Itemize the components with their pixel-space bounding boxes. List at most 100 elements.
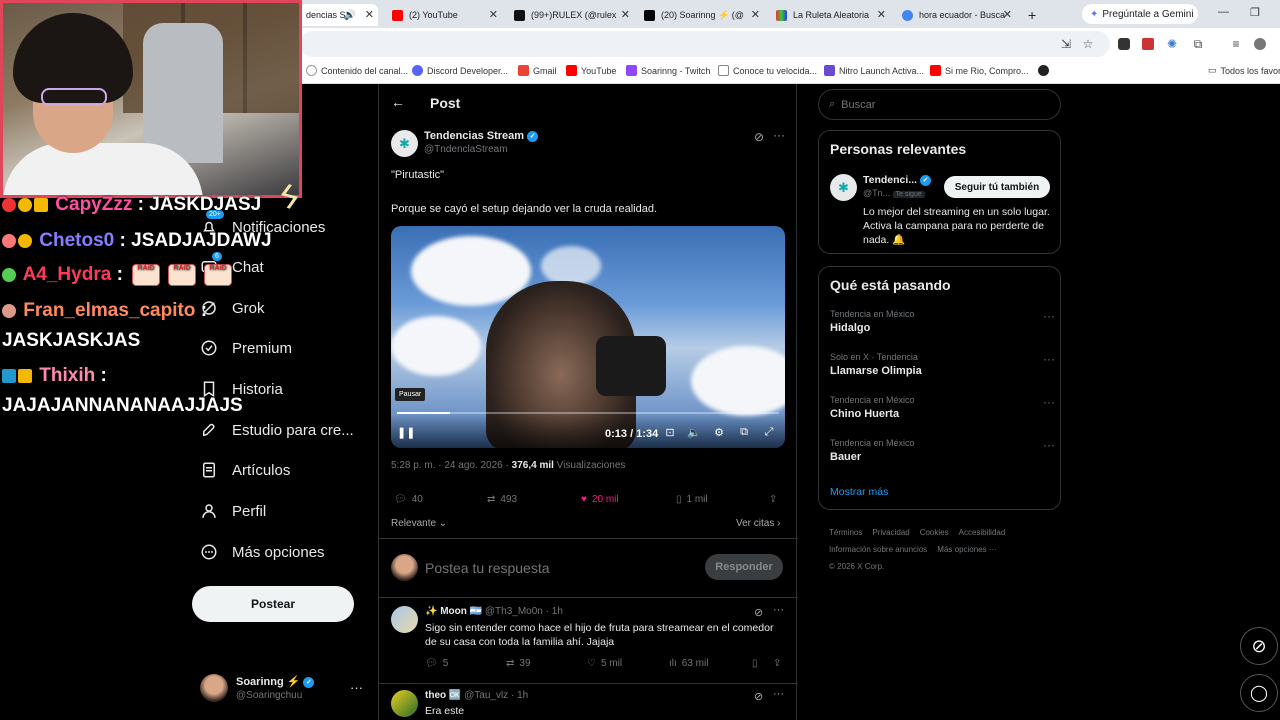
trend-item[interactable]: Tendencia en México Chino Huerta ··· bbox=[830, 395, 1055, 420]
nav-articles[interactable]: Artículos bbox=[200, 461, 290, 479]
nav-profile[interactable]: Perfil bbox=[200, 502, 266, 520]
like-action[interactable]: ♡ 5 mil bbox=[587, 658, 622, 669]
show-more-link[interactable]: Mostrar más bbox=[830, 486, 888, 498]
nav-grok[interactable]: Grok bbox=[200, 299, 265, 317]
footer-link[interactable]: Más opciones ··· bbox=[937, 545, 997, 554]
bookmark-item[interactable]: Nitro Launch Activa... bbox=[824, 65, 924, 76]
bookmark-item[interactable]: Gmail bbox=[518, 65, 557, 76]
video-player[interactable]: Pausar ❚❚ 0:13 / 1:34 ⊡ 🔈 ⚙ ⧉ ⤢ bbox=[391, 226, 785, 448]
trend-item[interactable]: Solo en X · Tendencia Llamarse Olimpia ··· bbox=[830, 352, 1055, 377]
messages-fab[interactable]: ◯ bbox=[1240, 674, 1278, 712]
reply-action[interactable]: 💬︎ 5 bbox=[425, 658, 448, 669]
captions-icon[interactable]: ⊡ bbox=[663, 426, 677, 439]
reply-item[interactable]: ✨ Moon 🇦🇷 @Th3_Mo0n · 1h ⊘ ··· Sigo sin … bbox=[379, 604, 798, 684]
fullscreen-icon[interactable]: ⤢ bbox=[762, 426, 776, 439]
grok-icon[interactable]: ⊘ bbox=[754, 130, 764, 144]
close-icon[interactable]: ✕ bbox=[751, 8, 760, 21]
reply-input[interactable] bbox=[425, 557, 685, 579]
close-icon[interactable]: ✕ bbox=[365, 8, 374, 21]
bookmark-item[interactable]: Soarinng - Twitch bbox=[626, 65, 710, 76]
bookmark-item[interactable]: Si me Rio, Compro... bbox=[930, 65, 1029, 76]
more-icon[interactable]: ··· bbox=[1043, 395, 1055, 409]
views-action[interactable]: ılı 63 mil bbox=[669, 658, 708, 669]
footer-link[interactable]: Privacidad bbox=[872, 528, 909, 537]
share-icon[interactable]: ⇪ bbox=[773, 658, 781, 669]
avatar[interactable]: ✱ bbox=[830, 174, 857, 201]
settings-icon[interactable]: ⚙ bbox=[712, 426, 726, 439]
grok-icon[interactable]: ⊘ bbox=[754, 690, 763, 703]
avatar[interactable]: ✱ bbox=[391, 130, 418, 157]
minimize-icon[interactable]: — bbox=[1218, 6, 1229, 18]
pause-icon[interactable]: ❚❚ bbox=[397, 426, 415, 439]
bookmark-action[interactable]: ▯ 1 mil bbox=[676, 494, 708, 505]
extension-icon[interactable]: ✺ bbox=[1166, 38, 1178, 50]
video-progress[interactable] bbox=[397, 412, 779, 414]
tab-youtube[interactable]: (2) YouTube ✕ bbox=[386, 4, 502, 26]
nav-creator-studio[interactable]: Estudio para cre... bbox=[200, 421, 354, 439]
omnibox[interactable] bbox=[300, 31, 1110, 57]
picture-in-picture-icon[interactable]: ⧉ bbox=[737, 426, 751, 439]
search-input[interactable] bbox=[841, 98, 1042, 111]
tab-soarinng[interactable]: (20) Soarinng ⚡ (@ ✕ bbox=[638, 4, 764, 26]
like-action[interactable]: ♥ 20 mil bbox=[581, 494, 619, 505]
reply-button[interactable]: Responder bbox=[705, 554, 783, 580]
post-author[interactable]: Tendencias Stream ✓ bbox=[424, 130, 539, 142]
tab-ruleta[interactable]: La Ruleta Aleatoria ✕ bbox=[770, 4, 890, 26]
profile-icon[interactable] bbox=[1254, 38, 1266, 50]
grok-fab[interactable]: ⊘ bbox=[1240, 627, 1278, 665]
all-bookmarks[interactable]: ▭ Todos los favor bbox=[1208, 65, 1280, 76]
repost-action[interactable]: ⇄ 493 bbox=[487, 494, 517, 505]
extension-icon[interactable] bbox=[1142, 38, 1154, 50]
post-button[interactable]: Postear bbox=[192, 586, 354, 622]
tab-rulex[interactable]: (99+)RULEX (@rulex ✕ bbox=[508, 4, 634, 26]
media-icon[interactable]: ≡ bbox=[1230, 38, 1242, 50]
restore-icon[interactable]: ❐ bbox=[1250, 6, 1260, 19]
reply-item[interactable]: theo 🆗 @Tau_vlz · 1h ⊘ ··· Era este bbox=[379, 688, 798, 720]
reply-action[interactable]: 💬︎ 40 bbox=[394, 494, 423, 505]
close-icon[interactable]: ✕ bbox=[1003, 8, 1012, 21]
avatar[interactable] bbox=[391, 606, 418, 633]
person-name[interactable]: Tendenci... ✓ bbox=[863, 174, 931, 186]
more-icon[interactable]: ··· bbox=[350, 680, 363, 695]
more-icon[interactable]: ··· bbox=[773, 128, 785, 142]
puzzle-icon[interactable]: ⧉ bbox=[1192, 38, 1204, 50]
more-icon[interactable]: ··· bbox=[773, 604, 784, 616]
post-handle[interactable]: @TndenclaStream bbox=[424, 144, 508, 155]
repost-action[interactable]: ⇄ 39 bbox=[506, 658, 531, 669]
bookmark-icon[interactable]: ▯ bbox=[752, 658, 758, 669]
bookmark-item[interactable]: Discord Developer... bbox=[412, 65, 508, 76]
star-icon[interactable]: ☆ bbox=[1082, 38, 1094, 50]
search-box[interactable]: ⌕ bbox=[818, 89, 1061, 120]
close-icon[interactable]: ✕ bbox=[621, 8, 630, 21]
avatar[interactable] bbox=[391, 690, 418, 717]
bookmark-item[interactable]: YouTube bbox=[566, 65, 616, 76]
more-icon[interactable]: ··· bbox=[1043, 438, 1055, 452]
more-icon[interactable]: ··· bbox=[1043, 352, 1055, 366]
sort-relevance[interactable]: Relevante ⌄ bbox=[391, 518, 447, 529]
install-icon[interactable]: ⇲ bbox=[1060, 38, 1072, 50]
nav-premium[interactable]: Premium bbox=[200, 339, 292, 357]
more-icon[interactable]: ··· bbox=[773, 688, 784, 700]
bookmark-item[interactable]: Conoce tu velocida... bbox=[718, 65, 817, 76]
account-switcher[interactable]: Soarinng ⚡ ✓ @Soaringchuu ··· bbox=[200, 674, 372, 708]
extension-icon[interactable] bbox=[1118, 38, 1130, 50]
bookmark-item[interactable]: Contenido del canal... bbox=[306, 65, 408, 76]
close-icon[interactable]: ✕ bbox=[877, 8, 886, 21]
footer-link[interactable]: Accesibilidad bbox=[959, 528, 1006, 537]
gemini-button[interactable]: ✦ Pregúntale a Gemini bbox=[1082, 4, 1198, 24]
trend-item[interactable]: Tendencia en México Hidalgo ··· bbox=[830, 309, 1055, 334]
tab-google-search[interactable]: hora ecuador - Busca ✕ bbox=[896, 4, 1016, 26]
new-tab-button[interactable]: + bbox=[1022, 4, 1042, 26]
share-icon[interactable]: ⇪ bbox=[769, 494, 777, 505]
footer-link[interactable]: Cookies bbox=[920, 528, 949, 537]
back-arrow-icon[interactable]: ← bbox=[391, 94, 405, 110]
volume-icon[interactable]: 🔈 bbox=[687, 426, 701, 439]
trend-item[interactable]: Tendencia en México Bauer ··· bbox=[830, 438, 1055, 463]
more-icon[interactable]: ··· bbox=[1043, 309, 1055, 323]
footer-link[interactable]: Información sobre anuncios bbox=[829, 545, 927, 554]
footer-link[interactable]: Términos bbox=[829, 528, 862, 537]
close-icon[interactable]: ✕ bbox=[489, 8, 498, 21]
tab-active[interactable]: dencias S 🔊 ✕ bbox=[300, 4, 378, 26]
nav-more[interactable]: Más opciones bbox=[200, 543, 325, 561]
follow-back-button[interactable]: Seguir tú también bbox=[944, 176, 1050, 198]
